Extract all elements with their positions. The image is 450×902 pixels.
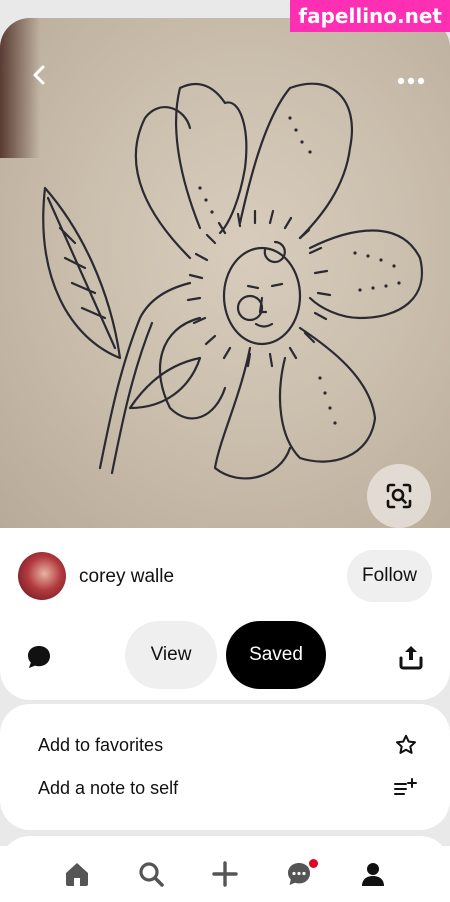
creator-avatar[interactable]	[18, 552, 66, 600]
plus-icon	[212, 861, 238, 887]
note-add-icon	[394, 778, 417, 795]
add-to-favorites-row[interactable]: Add to favorites	[38, 730, 418, 760]
flower-tattoo-image	[42, 82, 423, 480]
nav-messages[interactable]	[279, 854, 319, 894]
bottom-navigation	[0, 846, 450, 902]
nav-create[interactable]	[205, 854, 245, 894]
more-dots-icon	[397, 77, 425, 85]
nav-search[interactable]	[131, 854, 171, 894]
watermark: fapellino.net	[290, 0, 450, 32]
visual-search-button[interactable]	[367, 464, 431, 528]
pin-actions-card: Add to favorites Add a note to self	[0, 704, 450, 830]
back-button[interactable]	[22, 58, 56, 92]
comment-button[interactable]	[24, 642, 54, 672]
more-options-button[interactable]	[394, 66, 428, 96]
chevron-left-icon	[33, 65, 45, 85]
view-button[interactable]: View	[125, 621, 217, 689]
add-note-label: Add a note to self	[38, 777, 179, 798]
add-note-row[interactable]: Add a note to self	[38, 773, 418, 803]
pin-details: corey walle Follow View Saved	[0, 528, 450, 700]
saved-button[interactable]: Saved	[226, 621, 326, 689]
nav-home[interactable]	[57, 854, 97, 894]
follow-button[interactable]: Follow	[347, 550, 432, 602]
pin-image[interactable]	[0, 18, 450, 528]
notification-dot	[309, 859, 318, 868]
creator-name[interactable]: corey walle	[79, 566, 174, 588]
search-icon	[139, 862, 164, 887]
lens-search-icon	[386, 483, 412, 509]
share-icon	[399, 646, 423, 670]
add-to-favorites-label: Add to favorites	[38, 734, 164, 755]
share-button[interactable]	[396, 642, 426, 672]
home-icon	[66, 863, 88, 886]
nav-profile[interactable]	[353, 854, 393, 894]
comment-icon	[28, 646, 50, 668]
star-icon	[396, 734, 416, 754]
profile-icon	[362, 863, 384, 886]
